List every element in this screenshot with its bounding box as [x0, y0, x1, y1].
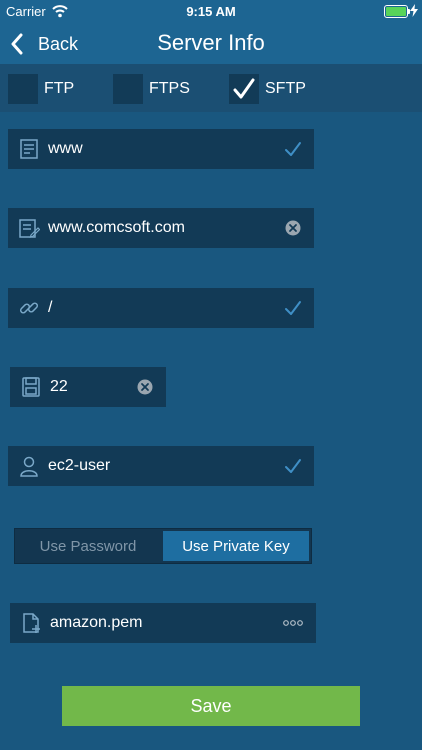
sftp-checkbox[interactable]	[229, 74, 259, 104]
host-field	[8, 208, 314, 248]
checkmark-icon	[285, 301, 301, 315]
ftps-checkbox[interactable]	[113, 74, 143, 104]
host-input[interactable]	[48, 219, 284, 237]
clear-icon[interactable]	[284, 219, 302, 237]
battery-icon	[384, 5, 410, 18]
back-label: Back	[38, 33, 79, 54]
server-name-field	[8, 129, 314, 169]
path-field	[8, 288, 314, 328]
port-input[interactable]	[50, 378, 136, 396]
back-button[interactable]: Back	[10, 30, 78, 58]
username-input[interactable]	[48, 457, 284, 475]
protocol-label: FTP	[44, 80, 75, 97]
server-name-input[interactable]	[48, 140, 284, 158]
navigation-bar: Back Server Info	[0, 24, 422, 64]
private-key-file-input[interactable]	[50, 614, 282, 632]
clear-icon[interactable]	[136, 378, 154, 396]
port-field	[10, 367, 166, 407]
user-icon	[20, 456, 38, 477]
more-options-icon[interactable]	[282, 614, 304, 632]
use-password-segment[interactable]: Use Password	[15, 529, 161, 563]
protocol-option-sftp[interactable]: SFTP	[229, 74, 306, 104]
protocol-selector: FTP FTPS SFTP	[0, 64, 422, 112]
charging-icon	[410, 4, 418, 17]
protocol-label: SFTP	[265, 80, 306, 97]
private-key-file-field[interactable]	[10, 603, 316, 643]
checkmark-icon	[285, 459, 301, 473]
checkmark-icon	[233, 78, 255, 99]
auth-method-segmented-control: Use Password Use Private Key	[14, 528, 312, 564]
path-input[interactable]	[48, 299, 284, 317]
chevron-left-icon	[11, 33, 23, 55]
add-file-icon	[23, 613, 40, 633]
protocol-label: FTPS	[149, 80, 190, 97]
host-icon	[19, 219, 40, 238]
server-name-icon	[20, 139, 38, 159]
link-icon	[19, 302, 39, 314]
status-time: 9:15 AM	[186, 4, 236, 19]
checkmark-icon	[285, 142, 301, 156]
status-bar: Carrier 9:15 AM	[0, 0, 422, 24]
save-button[interactable]: Save	[62, 686, 360, 726]
protocol-option-ftps[interactable]: FTPS	[113, 74, 190, 104]
use-private-key-segment[interactable]: Use Private Key	[163, 531, 309, 561]
port-icon	[22, 377, 40, 397]
protocol-option-ftp[interactable]: FTP	[8, 74, 74, 104]
ftp-checkbox[interactable]	[8, 74, 38, 104]
username-field	[8, 446, 314, 486]
